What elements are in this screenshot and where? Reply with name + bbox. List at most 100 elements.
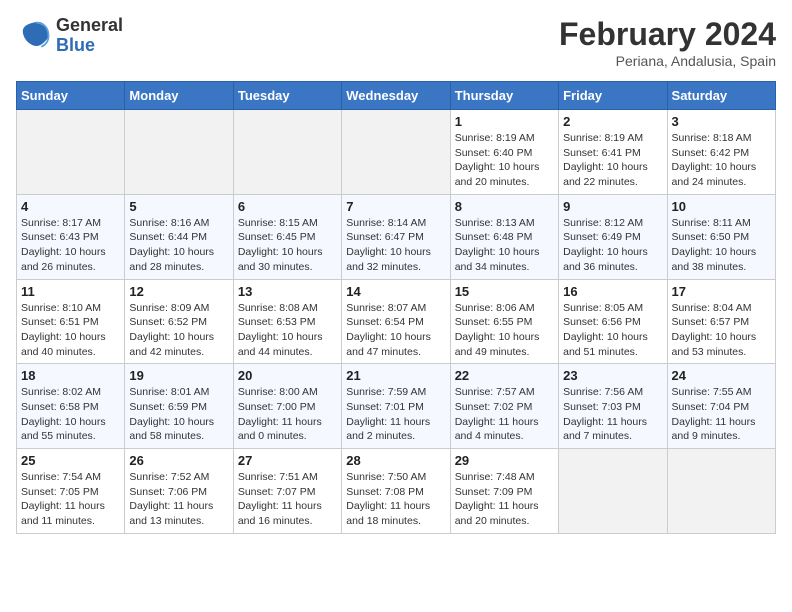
logo-icon — [16, 18, 52, 54]
day-number: 6 — [238, 199, 337, 214]
logo-blue: Blue — [56, 35, 95, 55]
table-cell: 19Sunrise: 8:01 AM Sunset: 6:59 PM Dayli… — [125, 364, 233, 449]
table-cell: 8 Sunrise: 8:13 AM Sunset: 6:48 PM Daylig… — [450, 194, 558, 279]
day-number: 17 — [672, 284, 771, 299]
day-number: 8 — [455, 199, 554, 214]
day-number: 23 — [563, 368, 662, 383]
col-tuesday: Tuesday — [233, 82, 341, 110]
day-number: 15 — [455, 284, 554, 299]
week-row-5: 25 Sunrise: 7:54 AM Sunset: 7:05 PM Dayli… — [17, 449, 776, 534]
day-info: Sunrise: 7:48 AM Sunset: 7:09 PM Dayligh… — [455, 470, 554, 529]
table-cell: 24 Sunrise: 7:55 AM Sunset: 7:04 PM Dayli… — [667, 364, 775, 449]
table-cell: 17 Sunrise: 8:04 AM Sunset: 6:57 PM Dayli… — [667, 279, 775, 364]
location-subtitle: Periana, Andalusia, Spain — [559, 53, 776, 69]
logo: General Blue — [16, 16, 123, 56]
table-cell: 16 Sunrise: 8:05 AM Sunset: 6:56 PM Dayli… — [559, 279, 667, 364]
day-info: Sunrise: 8:15 AM Sunset: 6:45 PM Dayligh… — [238, 216, 337, 275]
table-cell: 3 Sunrise: 8:18 AM Sunset: 6:42 PM Daylig… — [667, 110, 775, 195]
day-info: Sunrise: 8:19 AM Sunset: 6:41 PM Dayligh… — [563, 131, 662, 190]
col-sunday: Sunday — [17, 82, 125, 110]
day-info: Sunrise: 7:55 AM Sunset: 7:04 PM Dayligh… — [672, 385, 771, 444]
day-info: Sunrise: 8:14 AM Sunset: 6:47 PM Dayligh… — [346, 216, 445, 275]
table-cell: 15 Sunrise: 8:06 AM Sunset: 6:55 PM Dayli… — [450, 279, 558, 364]
day-number: 4 — [21, 199, 120, 214]
month-title: February 2024 — [559, 16, 776, 53]
day-number: 25 — [21, 453, 120, 468]
table-cell: 2 Sunrise: 8:19 AM Sunset: 6:41 PM Daylig… — [559, 110, 667, 195]
table-cell: 21 Sunrise: 7:59 AM Sunset: 7:01 PM Dayli… — [342, 364, 450, 449]
table-cell: 11Sunrise: 8:10 AM Sunset: 6:51 PM Dayli… — [17, 279, 125, 364]
week-row-3: 11Sunrise: 8:10 AM Sunset: 6:51 PM Dayli… — [17, 279, 776, 364]
week-row-2: 4 Sunrise: 8:17 AM Sunset: 6:43 PM Daylig… — [17, 194, 776, 279]
logo-text: General Blue — [56, 16, 123, 56]
day-number: 24 — [672, 368, 771, 383]
table-cell — [342, 110, 450, 195]
day-info: Sunrise: 7:59 AM Sunset: 7:01 PM Dayligh… — [346, 385, 445, 444]
day-info: Sunrise: 7:54 AM Sunset: 7:05 PM Dayligh… — [21, 470, 120, 529]
day-info: Sunrise: 8:10 AM Sunset: 6:51 PM Dayligh… — [21, 301, 120, 360]
table-cell: 14 Sunrise: 8:07 AM Sunset: 6:54 PM Dayli… — [342, 279, 450, 364]
day-number: 7 — [346, 199, 445, 214]
calendar-header: Sunday Monday Tuesday Wednesday Thursday… — [17, 82, 776, 110]
day-info: Sunrise: 8:17 AM Sunset: 6:43 PM Dayligh… — [21, 216, 120, 275]
day-info: Sunrise: 8:19 AM Sunset: 6:40 PM Dayligh… — [455, 131, 554, 190]
table-cell: 26Sunrise: 7:52 AM Sunset: 7:06 PM Dayli… — [125, 449, 233, 534]
table-cell: 6 Sunrise: 8:15 AM Sunset: 6:45 PM Daylig… — [233, 194, 341, 279]
calendar-body: 1 Sunrise: 8:19 AM Sunset: 6:40 PM Daylig… — [17, 110, 776, 534]
day-info: Sunrise: 8:02 AM Sunset: 6:58 PM Dayligh… — [21, 385, 120, 444]
day-info: Sunrise: 8:18 AM Sunset: 6:42 PM Dayligh… — [672, 131, 771, 190]
week-row-4: 18 Sunrise: 8:02 AM Sunset: 6:58 PM Dayli… — [17, 364, 776, 449]
day-info: Sunrise: 8:07 AM Sunset: 6:54 PM Dayligh… — [346, 301, 445, 360]
table-cell: 23 Sunrise: 7:56 AM Sunset: 7:03 PM Dayli… — [559, 364, 667, 449]
day-number: 9 — [563, 199, 662, 214]
day-number: 2 — [563, 114, 662, 129]
day-number: 22 — [455, 368, 554, 383]
logo-general: General — [56, 15, 123, 35]
table-cell: 29Sunrise: 7:48 AM Sunset: 7:09 PM Dayli… — [450, 449, 558, 534]
table-cell — [125, 110, 233, 195]
header-row: Sunday Monday Tuesday Wednesday Thursday… — [17, 82, 776, 110]
title-block: February 2024 Periana, Andalusia, Spain — [559, 16, 776, 69]
table-cell: 10 Sunrise: 8:11 AM Sunset: 6:50 PM Dayli… — [667, 194, 775, 279]
calendar-table: Sunday Monday Tuesday Wednesday Thursday… — [16, 81, 776, 534]
table-cell — [233, 110, 341, 195]
day-number: 3 — [672, 114, 771, 129]
day-info: Sunrise: 8:12 AM Sunset: 6:49 PM Dayligh… — [563, 216, 662, 275]
day-info: Sunrise: 7:57 AM Sunset: 7:02 PM Dayligh… — [455, 385, 554, 444]
day-number: 5 — [129, 199, 228, 214]
table-cell — [667, 449, 775, 534]
day-info: Sunrise: 8:08 AM Sunset: 6:53 PM Dayligh… — [238, 301, 337, 360]
day-number: 13 — [238, 284, 337, 299]
col-saturday: Saturday — [667, 82, 775, 110]
day-info: Sunrise: 8:09 AM Sunset: 6:52 PM Dayligh… — [129, 301, 228, 360]
day-info: Sunrise: 8:06 AM Sunset: 6:55 PM Dayligh… — [455, 301, 554, 360]
table-cell: 12 Sunrise: 8:09 AM Sunset: 6:52 PM Dayli… — [125, 279, 233, 364]
table-cell: 7 Sunrise: 8:14 AM Sunset: 6:47 PM Daylig… — [342, 194, 450, 279]
day-info: Sunrise: 8:00 AM Sunset: 7:00 PM Dayligh… — [238, 385, 337, 444]
day-number: 1 — [455, 114, 554, 129]
day-info: Sunrise: 8:16 AM Sunset: 6:44 PM Dayligh… — [129, 216, 228, 275]
day-number: 27 — [238, 453, 337, 468]
col-friday: Friday — [559, 82, 667, 110]
day-number: 18 — [21, 368, 120, 383]
table-cell: 18 Sunrise: 8:02 AM Sunset: 6:58 PM Dayli… — [17, 364, 125, 449]
day-number: 26 — [129, 453, 228, 468]
day-number: 21 — [346, 368, 445, 383]
col-monday: Monday — [125, 82, 233, 110]
day-number: 20 — [238, 368, 337, 383]
day-number: 16 — [563, 284, 662, 299]
day-info: Sunrise: 8:05 AM Sunset: 6:56 PM Dayligh… — [563, 301, 662, 360]
table-cell: 28Sunrise: 7:50 AM Sunset: 7:08 PM Dayli… — [342, 449, 450, 534]
day-info: Sunrise: 8:11 AM Sunset: 6:50 PM Dayligh… — [672, 216, 771, 275]
table-cell — [17, 110, 125, 195]
page-header: General Blue February 2024 Periana, Anda… — [16, 16, 776, 69]
day-info: Sunrise: 7:56 AM Sunset: 7:03 PM Dayligh… — [563, 385, 662, 444]
day-info: Sunrise: 7:50 AM Sunset: 7:08 PM Dayligh… — [346, 470, 445, 529]
day-number: 10 — [672, 199, 771, 214]
day-info: Sunrise: 8:13 AM Sunset: 6:48 PM Dayligh… — [455, 216, 554, 275]
table-cell: 22 Sunrise: 7:57 AM Sunset: 7:02 PM Dayli… — [450, 364, 558, 449]
day-number: 14 — [346, 284, 445, 299]
day-info: Sunrise: 8:04 AM Sunset: 6:57 PM Dayligh… — [672, 301, 771, 360]
day-number: 12 — [129, 284, 228, 299]
week-row-1: 1 Sunrise: 8:19 AM Sunset: 6:40 PM Daylig… — [17, 110, 776, 195]
